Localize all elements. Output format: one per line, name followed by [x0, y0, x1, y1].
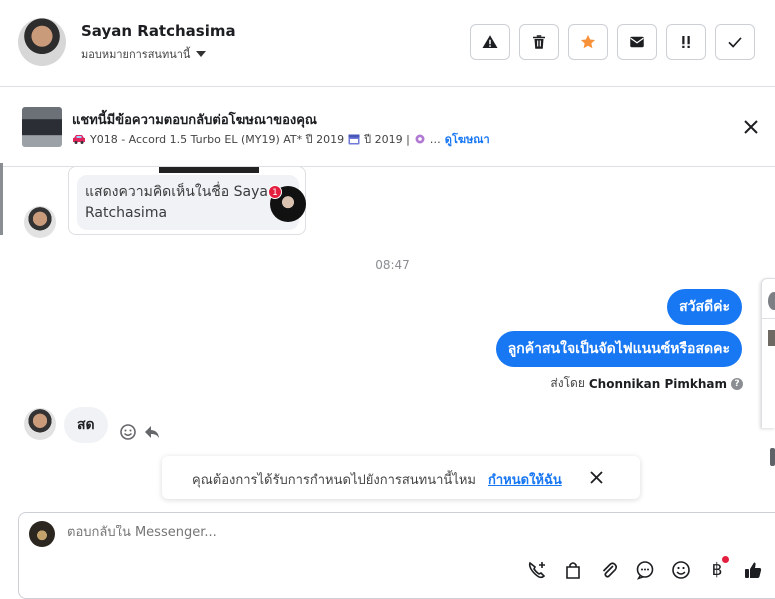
reply-composer: ฿: [18, 512, 775, 599]
star-icon: [580, 34, 596, 49]
side-panel-handle[interactable]: [770, 448, 775, 466]
shopping-bag-icon: [566, 562, 580, 579]
calendar-icon: [348, 134, 360, 145]
speech-bubble-icon: [636, 561, 654, 580]
card-media-strip: [159, 167, 259, 173]
comment-text: แสดงความคิดเห็นในชื่อ Sayan Ratchasima: [77, 175, 299, 230]
close-ad-banner-icon[interactable]: [742, 118, 760, 136]
assign-prompt-banner: คุณต้องการได้รับการกำหนดไปยังการสนทนานี้…: [162, 456, 640, 499]
paperclip-icon: [602, 562, 618, 578]
follow-up-button[interactable]: [666, 24, 706, 60]
star-button[interactable]: [568, 24, 608, 60]
mark-done-button[interactable]: [715, 24, 755, 60]
composer-toolbar: ฿: [526, 556, 764, 581]
side-panel-divider: [762, 318, 775, 319]
like-button[interactable]: [742, 559, 764, 581]
sent-by-name: Chonnikan Pimkham: [588, 376, 727, 391]
mark-spam-button[interactable]: [470, 24, 510, 60]
payment-button[interactable]: ฿: [706, 556, 729, 581]
help-icon[interactable]: ?: [731, 377, 743, 390]
reply-icon[interactable]: [143, 423, 161, 441]
checkmark-icon: [728, 37, 742, 48]
sent-by-label: ส่งโดย: [550, 376, 585, 390]
caret-down-icon: [196, 51, 207, 57]
contact-name[interactable]: Sayan Ratchasima: [81, 22, 236, 40]
attach-button[interactable]: [598, 559, 620, 581]
car-icon: [73, 135, 85, 144]
mark-unread-button[interactable]: [617, 24, 657, 60]
smiley-icon[interactable]: [119, 423, 137, 441]
view-ad-link[interactable]: ดูโฆษณา: [445, 130, 490, 148]
close-icon[interactable]: [589, 470, 604, 485]
baht-icon: ฿: [711, 560, 723, 580]
ad-subtitle-year: ปี 2019 |: [364, 133, 410, 146]
delete-button[interactable]: [519, 24, 559, 60]
assign-conversation-dropdown[interactable]: มอบหมายการสนทนานี้: [81, 45, 207, 63]
outgoing-message[interactable]: ลูกค้าสนใจเป็นจัดไฟแนนซ์หรือสดคะ: [495, 331, 742, 367]
emoji-icon: [672, 561, 690, 579]
conversation-header: Sayan Ratchasima มอบหมายการสนทนานี้: [0, 0, 775, 87]
assign-to-me-link[interactable]: กำหนดให้ฉัน: [488, 469, 562, 490]
reply-input[interactable]: [67, 525, 467, 540]
sent-by-row: ส่งโดย Chonnikan Pimkham ?: [550, 374, 743, 393]
new-feature-dot: [722, 556, 729, 563]
incoming-message[interactable]: สด: [64, 407, 108, 443]
side-panel-thumbnail: [768, 330, 775, 346]
ad-thumbnail[interactable]: [22, 107, 62, 147]
phone-plus-icon: [528, 561, 546, 579]
outgoing-message[interactable]: สวัสดีค่ะ: [667, 289, 742, 325]
header-actions: [470, 24, 755, 60]
ad-banner-title: แชทนี้มีข้อความตอบกลับต่อโฆษณาของคุณ: [72, 113, 317, 128]
page-avatar: [29, 521, 55, 547]
call-button[interactable]: [526, 559, 548, 581]
saved-replies-button[interactable]: [634, 559, 656, 581]
assign-label: มอบหมายการสนทนานี้: [81, 48, 191, 61]
contact-avatar[interactable]: [18, 18, 66, 66]
message-timestamp: 08:47: [375, 258, 410, 272]
trash-icon: [533, 35, 545, 49]
shop-button[interactable]: [562, 559, 584, 581]
double-exclamation-icon: [682, 36, 690, 48]
scroll-indicator[interactable]: [0, 163, 3, 235]
sender-avatar[interactable]: [24, 408, 56, 440]
ad-details: Y018 - Accord 1.5 Turbo EL (MY19) AT* ปี…: [72, 130, 490, 148]
notification-badge: 1: [268, 185, 282, 199]
envelope-icon: [630, 36, 644, 48]
ad-subtitle: Y018 - Accord 1.5 Turbo EL (MY19) AT* ปี…: [90, 133, 345, 146]
assign-prompt-text: คุณต้องการได้รับการกำหนดไปยังการสนทนานี้…: [192, 473, 476, 488]
ad-reply-banner: แชทนี้มีข้อความตอบกลับต่อโฆษณาของคุณ Y01…: [0, 88, 775, 167]
thumbs-up-icon: [745, 562, 762, 578]
sender-avatar[interactable]: [24, 206, 56, 238]
ad-ellipsis: …: [429, 132, 441, 146]
side-panel-avatar: [768, 292, 775, 310]
emoji-button[interactable]: [670, 559, 692, 581]
gear-icon: [415, 134, 425, 144]
conversation-panel: Sayan Ratchasima มอบหมายการสนทนานี้ แชทน…: [0, 0, 775, 599]
warning-icon: [482, 35, 498, 48]
